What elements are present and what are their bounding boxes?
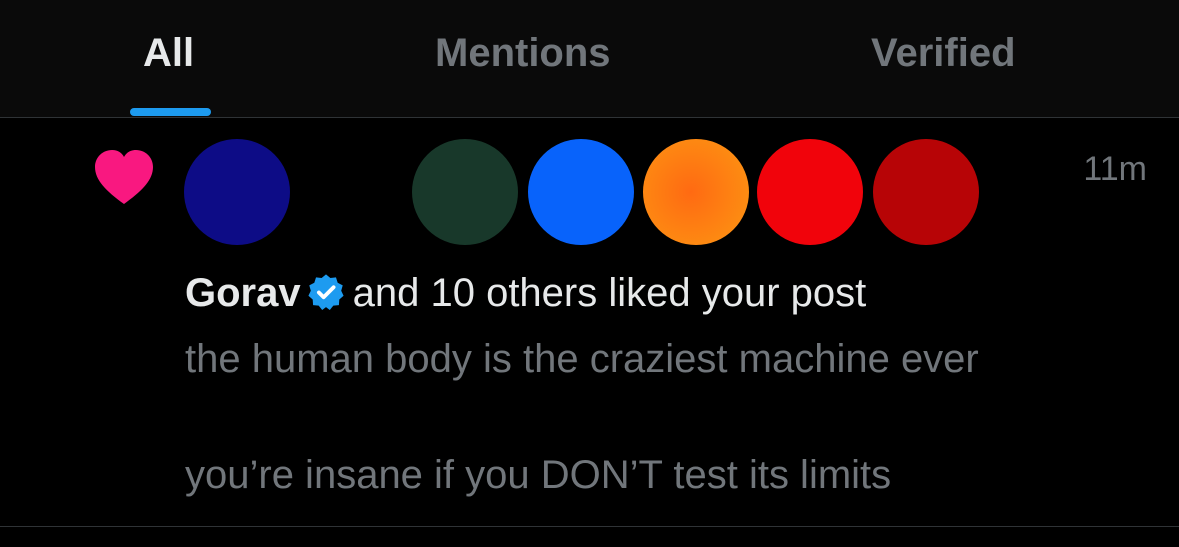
notification-tabs: All Mentions Verified bbox=[0, 0, 1179, 118]
avatar[interactable] bbox=[757, 139, 863, 245]
tab-all-label: All bbox=[143, 31, 195, 75]
avatar[interactable] bbox=[643, 139, 749, 245]
timestamp: 11m bbox=[1083, 150, 1147, 188]
tab-verified-label: Verified bbox=[871, 31, 1016, 75]
avatar[interactable] bbox=[873, 139, 979, 245]
action-text: and 10 others liked your post bbox=[352, 271, 867, 315]
post-text-line: the human body is the craziest machine e… bbox=[185, 337, 979, 381]
avatar[interactable] bbox=[184, 139, 290, 245]
user-name[interactable]: Gorav bbox=[185, 271, 301, 315]
active-tab-indicator bbox=[130, 108, 211, 116]
verified-badge-icon bbox=[308, 274, 344, 311]
post-text-line: you’re insane if you DON’T test its limi… bbox=[185, 453, 892, 497]
tab-mentions-label: Mentions bbox=[435, 31, 611, 75]
avatar[interactable] bbox=[528, 139, 634, 245]
tab-mentions[interactable]: Mentions bbox=[420, 0, 650, 118]
tab-verified[interactable]: Verified bbox=[858, 0, 1048, 118]
avatar[interactable] bbox=[412, 139, 518, 245]
tab-all[interactable]: All bbox=[130, 0, 211, 118]
heart-icon bbox=[95, 150, 153, 204]
like-notification[interactable]: 11m Gorav and 10 others liked your post … bbox=[0, 119, 1179, 527]
notification-headline: Gorav and 10 others liked your post bbox=[185, 269, 866, 317]
